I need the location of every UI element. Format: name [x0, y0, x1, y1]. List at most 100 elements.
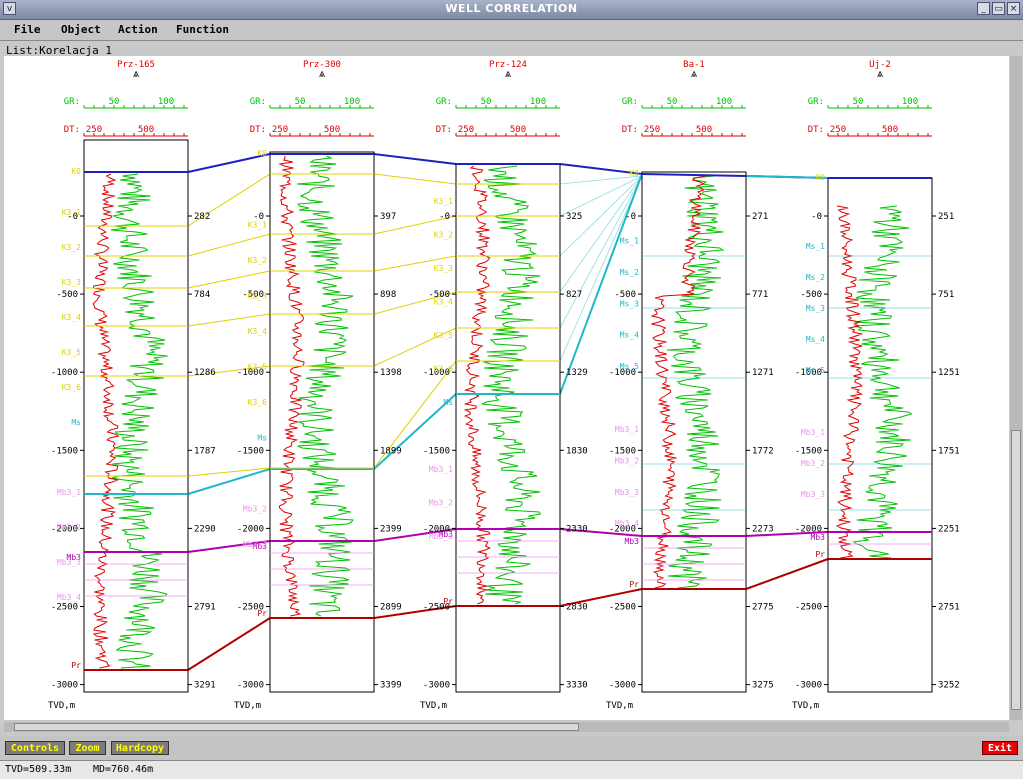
- dt-tick-label: 500: [510, 125, 526, 135]
- md-tick-label: 2251: [938, 524, 960, 534]
- horizon-marker-label: Mb3_2: [615, 456, 639, 465]
- restore-icon[interactable]: ▭: [992, 2, 1005, 15]
- md-tick-label: 1251: [938, 368, 960, 378]
- horizon-marker-label: K0: [629, 169, 639, 178]
- gr-tick-label: 100: [716, 97, 732, 107]
- gr-log-curve: [296, 155, 354, 617]
- cretaceous-horizon-link: [187, 313, 271, 327]
- horizon-marker-label: Mb3_2: [801, 459, 825, 468]
- horizon-marker-label: Ms_4: [806, 335, 825, 344]
- horizon-marker-label: Ms_5: [620, 362, 639, 371]
- exit-button[interactable]: Exit: [982, 741, 1018, 755]
- controls-button[interactable]: Controls: [5, 741, 65, 755]
- zoom-button[interactable]: Zoom: [69, 741, 106, 755]
- gr-log-curve: [110, 173, 168, 669]
- horizon-marker-label: Pr: [71, 661, 81, 670]
- md-tick-label: 325: [566, 212, 582, 222]
- horizon-marker-label: Ms_3: [806, 304, 825, 313]
- tvd-tick-label: -2000: [237, 524, 264, 534]
- tvd-tick-label: -0: [439, 212, 450, 222]
- horizon-marker-label: K0: [71, 167, 81, 176]
- horizon-marker-label: K3_3: [434, 264, 453, 273]
- menu-file[interactable]: File: [14, 23, 41, 36]
- fan-horizon-link: [559, 175, 643, 217]
- horizon-marker-label: K3_4: [62, 313, 81, 322]
- vertical-scrollbar[interactable]: [1010, 56, 1022, 720]
- correlation-plot[interactable]: Prz-165⩓GR: 50 100DT: 250 500-0 282-500 784-10…: [4, 56, 1009, 720]
- horizon-marker-label: Ms_4: [620, 331, 639, 340]
- md-tick-label: 397: [380, 212, 396, 222]
- horizon-marker-label: Ms: [443, 398, 453, 407]
- button-bar: Controls Zoom Hardcopy Exit: [0, 736, 1023, 760]
- dt-scale-label: DT:: [436, 125, 452, 135]
- md-tick-label: 2899: [380, 603, 402, 613]
- tvd-axis-label: TVD,m: [420, 701, 447, 711]
- status-bar: TVD=509.33m MD=760.46m: [0, 760, 1023, 779]
- horizon-marker-label: Mb3: [811, 533, 826, 542]
- md-tick-label: 3275: [752, 681, 774, 691]
- derrick-icon: ⩓: [133, 67, 140, 80]
- horizon-marker-label: K0: [815, 173, 825, 182]
- md-tick-label: 3330: [566, 681, 588, 691]
- pr-horizon-link: [745, 558, 829, 590]
- tvd-axis-label: TVD,m: [48, 701, 75, 711]
- md-tick-label: 2830: [566, 603, 588, 613]
- tvd-tick-label: -1500: [609, 446, 636, 456]
- md-tick-label: 1398: [380, 368, 402, 378]
- horizon-marker-label: K3_4: [248, 327, 267, 336]
- derrick-icon: ⩓: [877, 67, 884, 80]
- dt-log-curve: [278, 155, 305, 617]
- horizon-marker-label: Mb3_2: [429, 499, 453, 508]
- menu-action[interactable]: Action: [118, 23, 158, 36]
- md-tick-label: 1772: [752, 446, 774, 456]
- menu-function[interactable]: Function: [176, 23, 229, 36]
- horizon-marker-label: Mb3_3: [429, 532, 453, 541]
- horizontal-scroll-thumb[interactable]: [14, 723, 579, 731]
- horizon-marker-label: Mb3_1: [615, 425, 639, 434]
- top-k-horizon-link: [373, 153, 457, 165]
- dt-tick-label: 500: [696, 125, 712, 135]
- correlation-canvas[interactable]: Prz-165 ⩓ GR: 50 100 DT: 250 500 -0 282 -500 784 -10…: [4, 56, 1009, 720]
- well-track: [269, 151, 375, 693]
- gr-scale-label: GR:: [250, 97, 266, 107]
- horizon-marker-label: Ms: [257, 434, 267, 443]
- horizon-marker-label: K3_6: [434, 365, 453, 374]
- md-tick-label: 3291: [194, 681, 216, 691]
- tvd-tick-label: -1500: [423, 446, 450, 456]
- dt-scale-label: DT:: [64, 125, 80, 135]
- close-icon[interactable]: ×: [1007, 2, 1020, 15]
- horizon-marker-label: Mb3_1: [801, 428, 825, 437]
- cretaceous-horizon-link: [187, 270, 271, 289]
- horizon-marker-label: Mb3_2: [57, 523, 81, 532]
- top-k-horizon: [641, 173, 747, 177]
- menu-object[interactable]: Object: [61, 23, 101, 36]
- tvd-tick-label: -0: [625, 212, 636, 222]
- derrick-icon: ⩓: [319, 67, 326, 80]
- md-tick-label: 2290: [194, 524, 216, 534]
- well-track: [641, 171, 747, 693]
- vertical-scroll-thumb[interactable]: [1011, 430, 1021, 710]
- horizontal-scrollbar[interactable]: [4, 722, 1009, 732]
- tvd-tick-label: -2500: [795, 603, 822, 613]
- md-tick-label: 751: [938, 290, 954, 300]
- dt-log-curve: [463, 165, 491, 605]
- horizon-marker-label: Pr: [443, 597, 453, 606]
- gr-tick-label: 100: [344, 97, 360, 107]
- horizon-marker-label: Mb3_3: [243, 540, 267, 549]
- gr-tick-label: 100: [158, 97, 174, 107]
- hardcopy-button[interactable]: Hardcopy: [111, 741, 169, 755]
- md-tick-label: 1830: [566, 446, 588, 456]
- horizon-marker-label: Mb3_4: [57, 593, 81, 602]
- gr-scale-label: GR:: [622, 97, 638, 107]
- horizon-marker-label: Pr: [257, 609, 267, 618]
- horizon-marker-label: Pr: [815, 550, 825, 559]
- tvd-axis-label: TVD,m: [606, 701, 633, 711]
- md-tick-label: 2330: [566, 524, 588, 534]
- minimize-icon[interactable]: _: [977, 2, 990, 15]
- horizon-marker-label: K3_2: [62, 243, 81, 252]
- cretaceous-horizon-link: [187, 233, 271, 257]
- horizon-marker-label: K3_3: [248, 292, 267, 301]
- md-tick-label: 1899: [380, 446, 402, 456]
- gr-log-curve: [666, 175, 725, 589]
- md-tick-label: 2273: [752, 524, 774, 534]
